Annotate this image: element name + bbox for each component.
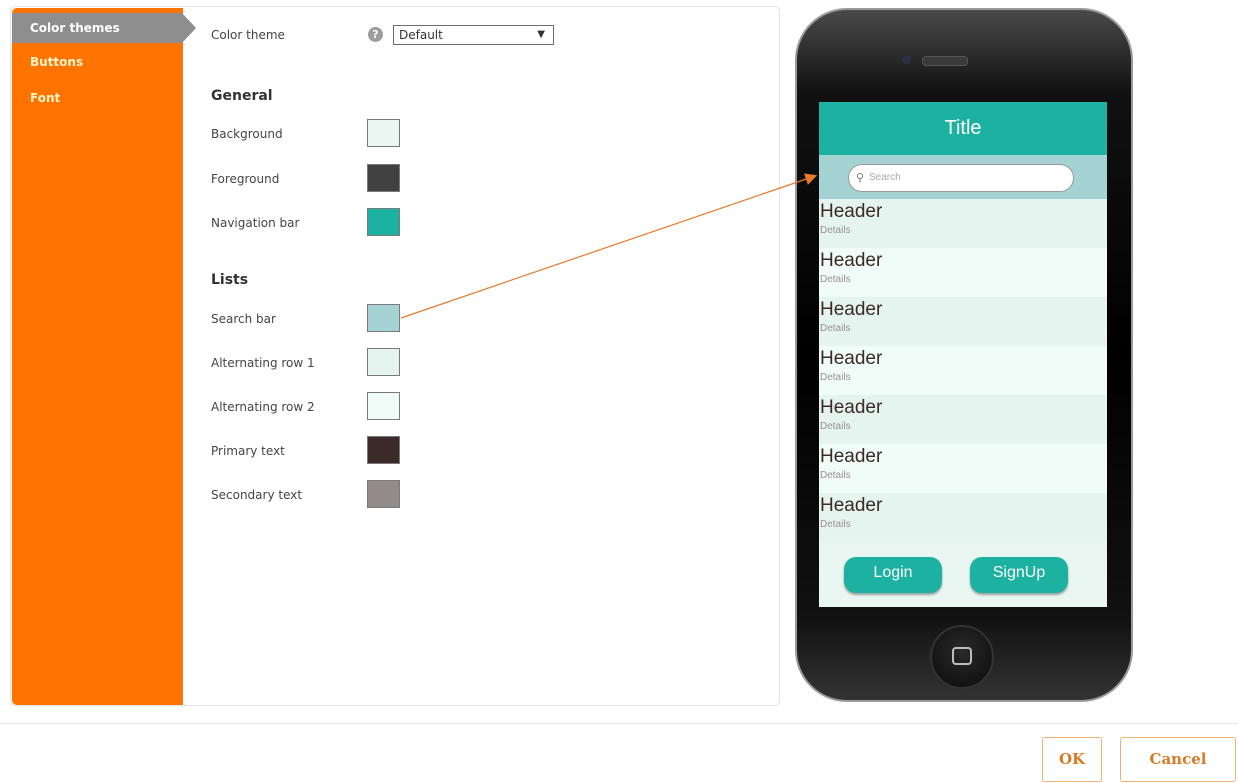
ok-button[interactable]: OK — [1042, 737, 1102, 782]
cancel-button[interactable]: Cancel — [1120, 737, 1236, 782]
footer-divider — [0, 723, 1238, 724]
connector-arrow — [400, 173, 818, 319]
